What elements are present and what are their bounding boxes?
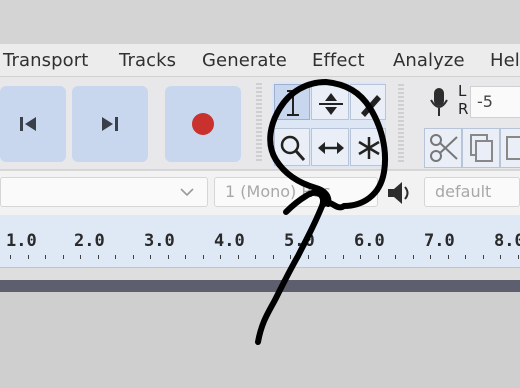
- ruler-tick: [272, 255, 274, 259]
- copy-button[interactable]: [462, 128, 500, 168]
- ruler-label: 4.0: [214, 231, 245, 251]
- ruler-tick: [45, 255, 46, 259]
- toolbar-grip[interactable]: [256, 83, 262, 163]
- ruler-tick: [447, 255, 449, 259]
- record-icon: [192, 113, 214, 135]
- multi-tool-button[interactable]: [350, 128, 386, 166]
- double-arrow-icon: [318, 142, 344, 154]
- ruler-tick: [395, 255, 396, 259]
- record-button[interactable]: [165, 86, 241, 162]
- device-toolbar: 1 (Mono) Rec default: [0, 170, 520, 216]
- ruler-tick: [202, 255, 204, 259]
- recording-channels-value: 1 (Mono) Rec: [225, 182, 331, 201]
- menu-effect[interactable]: Effect: [312, 50, 365, 71]
- ruler-label: 1.0: [6, 231, 37, 251]
- skip-to-end-button[interactable]: [72, 86, 148, 162]
- ruler-tick: [377, 255, 379, 259]
- ruler-tick: [62, 255, 64, 259]
- ruler-tick: [220, 255, 221, 259]
- ruler-label: 3.0: [144, 231, 175, 251]
- toolbar-grip[interactable]: [398, 84, 404, 164]
- playback-device-select[interactable]: default: [424, 177, 520, 207]
- ruler-label: 8.0: [494, 231, 520, 251]
- timeline-ruler[interactable]: 1.0 2.0 3.0 4.0 5.0 6.0 7.0 8.0: [0, 215, 520, 268]
- ruler-label: 5.0: [284, 231, 315, 251]
- speaker-icon: [388, 182, 409, 204]
- cut-button[interactable]: [424, 128, 462, 168]
- skip-to-start-button[interactable]: [0, 86, 66, 162]
- pencil-icon: [361, 95, 381, 117]
- scissors-icon: [430, 134, 458, 162]
- ruler-tick: [167, 255, 169, 259]
- ruler-label: 2.0: [74, 231, 105, 251]
- meter-l-label: L: [458, 82, 467, 100]
- meter-r-label: R: [458, 100, 469, 118]
- ruler-tick: [255, 255, 256, 259]
- ruler-tick: [185, 255, 186, 259]
- skip-to-end-icon: [102, 117, 118, 131]
- recording-channels-select[interactable]: 1 (Mono) Rec: [214, 177, 378, 207]
- track-header-strip: [0, 268, 520, 280]
- track-area[interactable]: [0, 292, 520, 388]
- ruler-tick: [325, 255, 326, 259]
- i-beam-icon: [287, 90, 299, 116]
- time-shift-tool-button[interactable]: [311, 128, 349, 166]
- ruler-tick: [465, 255, 466, 259]
- paste-icon: [506, 136, 520, 160]
- ruler-tick: [517, 255, 519, 259]
- ruler-tick: [80, 255, 81, 259]
- copy-icon: [470, 134, 493, 162]
- ruler-tick: [10, 255, 11, 259]
- playback-device-value: default: [435, 182, 492, 201]
- magnifier-icon: [280, 135, 306, 161]
- menu-transport[interactable]: Transport: [3, 50, 88, 71]
- ruler-tick: [360, 255, 361, 259]
- ruler-tick: [307, 255, 309, 259]
- ruler-tick: [132, 255, 134, 259]
- meter-value: -5: [477, 92, 493, 111]
- ruler-tick: [237, 255, 239, 259]
- asterisk-icon: [358, 137, 380, 159]
- microphone-icon[interactable]: [424, 82, 454, 124]
- menu-help[interactable]: Hel: [490, 50, 520, 71]
- meter-toolbar: L R -5: [410, 82, 520, 168]
- ruler-tick: [150, 255, 151, 259]
- recording-meter[interactable]: -5: [470, 86, 520, 118]
- draw-tool-button[interactable]: [350, 84, 386, 120]
- skip-to-start-icon: [20, 117, 36, 131]
- ruler-tick: [482, 255, 484, 259]
- ruler-tick: [500, 255, 501, 259]
- envelope-tool-button[interactable]: [311, 84, 349, 120]
- menu-bar: Transport Tracks Generate Effect Analyze…: [0, 44, 520, 77]
- ruler-label: 7.0: [424, 231, 455, 251]
- chevron-down-icon: [180, 188, 194, 197]
- menu-tracks[interactable]: Tracks: [119, 50, 176, 71]
- ruler-tick: [342, 255, 344, 259]
- audio-host-select[interactable]: [0, 177, 208, 207]
- zoom-tool-button[interactable]: [274, 128, 310, 166]
- ruler-tick: [430, 255, 431, 259]
- ruler-tick: [115, 255, 116, 259]
- paste-button[interactable]: [500, 128, 520, 168]
- ruler-tick: [27, 255, 29, 259]
- ruler-label: 6.0: [354, 231, 385, 251]
- ruler-tick: [290, 255, 291, 259]
- selection-tool-button[interactable]: [274, 84, 310, 120]
- envelope-icon: [319, 93, 343, 115]
- menu-analyze[interactable]: Analyze: [393, 50, 465, 71]
- ruler-tick: [97, 255, 99, 259]
- track-divider: [0, 280, 520, 292]
- menu-generate[interactable]: Generate: [202, 50, 287, 71]
- ruler-tick: [412, 255, 414, 259]
